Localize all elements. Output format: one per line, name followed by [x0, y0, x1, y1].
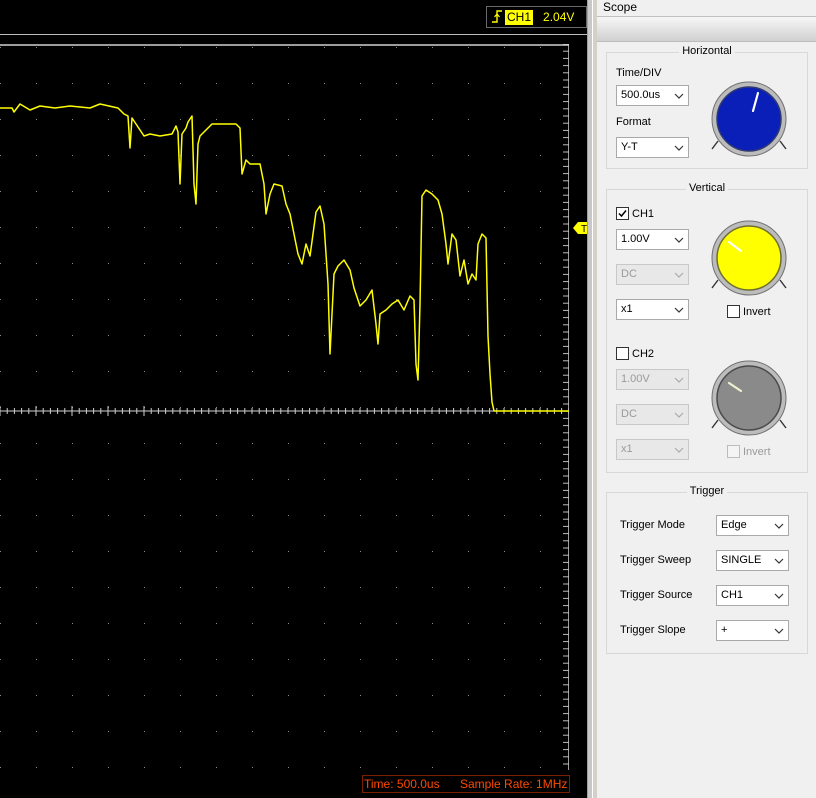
ch1-volts-value: 1.00V: [621, 233, 650, 245]
horizontal-title: Horizontal: [679, 45, 735, 57]
trigger-source-value: CH1: [721, 589, 744, 601]
format-label: Format: [616, 116, 651, 128]
trigger-slope-value: +: [721, 624, 728, 636]
ch1-probe-select[interactable]: x1: [616, 299, 689, 320]
ch2-volts-knob[interactable]: [709, 358, 789, 438]
chevron-down-icon: [774, 558, 784, 564]
chevron-down-icon: [674, 272, 684, 278]
ch1-volts-knob[interactable]: [709, 218, 789, 298]
ch2-invert-checkbox[interactable]: [727, 445, 740, 458]
rising-edge-trigger-icon: [492, 10, 502, 23]
sample-rate-readout: Sample Rate: 1MHz: [460, 777, 568, 791]
time-readout: Time: 500.0us: [364, 777, 440, 791]
ch1-invert-label: Invert: [743, 306, 771, 318]
trigger-slope-label: Trigger Slope: [620, 624, 686, 636]
trigger-group: Trigger Trigger Mode Edge Trigger Sweep …: [606, 485, 808, 654]
ch2-volts-value: 1.00V: [621, 373, 650, 385]
trigger-level-value: 2.04V: [543, 10, 575, 24]
chevron-down-icon: [674, 237, 684, 243]
format-value: Y-T: [621, 141, 638, 153]
ch2-coupling-value: DC: [621, 408, 637, 420]
panel-header-band: [597, 17, 816, 42]
ch1-invert-checkbox[interactable]: [727, 305, 740, 318]
format-select[interactable]: Y-T: [616, 137, 689, 158]
ch2-enable-checkbox[interactable]: [616, 347, 629, 360]
panel-splitter[interactable]: [587, 0, 593, 798]
scope-display: CH1 2.04V T Time: 500.0us Sample Rate: 1…: [0, 0, 589, 798]
trigger-slope-select[interactable]: +: [716, 620, 789, 641]
channel-label: CH1: [505, 9, 534, 25]
vertical-title: Vertical: [685, 182, 729, 194]
ch1-coupling-select[interactable]: DC: [616, 264, 689, 285]
trigger-sweep-value: SINGLE: [721, 554, 762, 566]
trigger-source-select[interactable]: CH1: [716, 585, 789, 606]
ch1-coupling-value: DC: [621, 268, 637, 280]
time-div-value: 500.0us: [621, 89, 661, 101]
trigger-sweep-label: Trigger Sweep: [620, 554, 692, 566]
trigger-sweep-select[interactable]: SINGLE: [716, 550, 789, 571]
status-bar: Time: 500.0us Sample Rate: 1MHz: [362, 775, 570, 793]
ch2-label: CH2: [632, 348, 655, 360]
ch2-probe-value: x1: [621, 443, 633, 455]
trigger-mode-label: Trigger Mode: [620, 519, 686, 531]
chevron-down-icon: [774, 628, 784, 634]
check-icon: [618, 210, 627, 218]
ch2-coupling-select[interactable]: DC: [616, 404, 689, 425]
trigger-mode-select[interactable]: Edge: [716, 515, 789, 536]
chevron-down-icon: [774, 593, 784, 599]
time-div-knob[interactable]: [709, 79, 789, 159]
chevron-down-icon: [674, 412, 684, 418]
chevron-down-icon: [674, 447, 684, 453]
scope-control-panel: Scope Horizontal Time/DIV 500.0us Format…: [597, 0, 816, 798]
vertical-group: Vertical CH1 1.00V DC x1 Invert CH2 1.00…: [606, 182, 808, 473]
time-div-select[interactable]: 500.0us: [616, 85, 689, 106]
chevron-down-icon: [674, 145, 684, 151]
horizontal-group: Horizontal Time/DIV 500.0us Format Y-T: [606, 45, 808, 169]
chevron-down-icon: [674, 377, 684, 383]
ch1-probe-value: x1: [621, 303, 633, 315]
trigger-title: Trigger: [686, 485, 728, 497]
chevron-down-icon: [674, 93, 684, 99]
panel-title: Scope: [597, 0, 816, 17]
ch1-volts-select[interactable]: 1.00V: [616, 229, 689, 250]
channel-trigger-indicator: CH1 2.04V: [486, 6, 587, 28]
scope-top-strip: CH1 2.04V: [0, 0, 587, 35]
ch1-enable-checkbox[interactable]: [616, 207, 629, 220]
time-div-label: Time/DIV: [616, 67, 662, 79]
waveform-screen[interactable]: [0, 44, 569, 770]
trigger-source-label: Trigger Source: [620, 589, 693, 601]
chevron-down-icon: [674, 307, 684, 313]
ch2-volts-select[interactable]: 1.00V: [616, 369, 689, 390]
ch1-label: CH1: [632, 208, 655, 220]
ch2-probe-select[interactable]: x1: [616, 439, 689, 460]
ch2-invert-label: Invert: [743, 446, 771, 458]
chevron-down-icon: [774, 523, 784, 529]
trigger-mode-value: Edge: [721, 519, 747, 531]
